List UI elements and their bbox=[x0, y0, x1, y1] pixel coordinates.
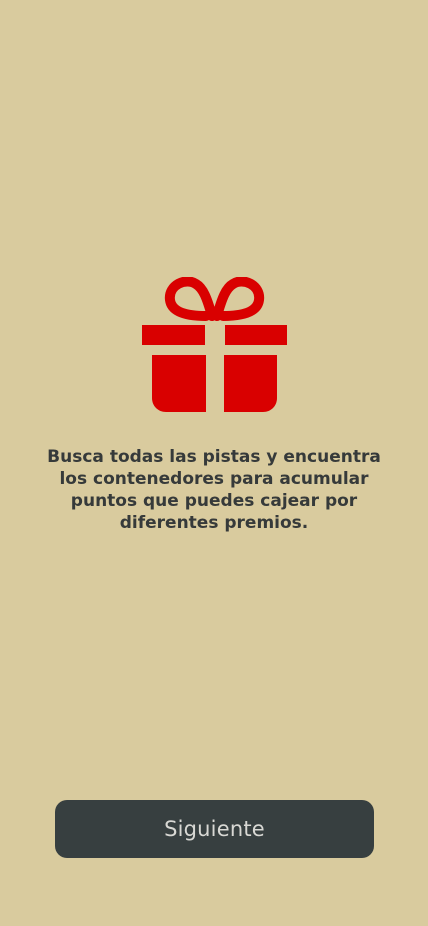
next-button[interactable]: Siguiente bbox=[55, 800, 374, 858]
onboarding-screen: Busca todas las pistas y encuentra los c… bbox=[0, 0, 428, 926]
gift-icon bbox=[142, 276, 287, 412]
onboarding-message: Busca todas las pistas y encuentra los c… bbox=[47, 447, 381, 533]
